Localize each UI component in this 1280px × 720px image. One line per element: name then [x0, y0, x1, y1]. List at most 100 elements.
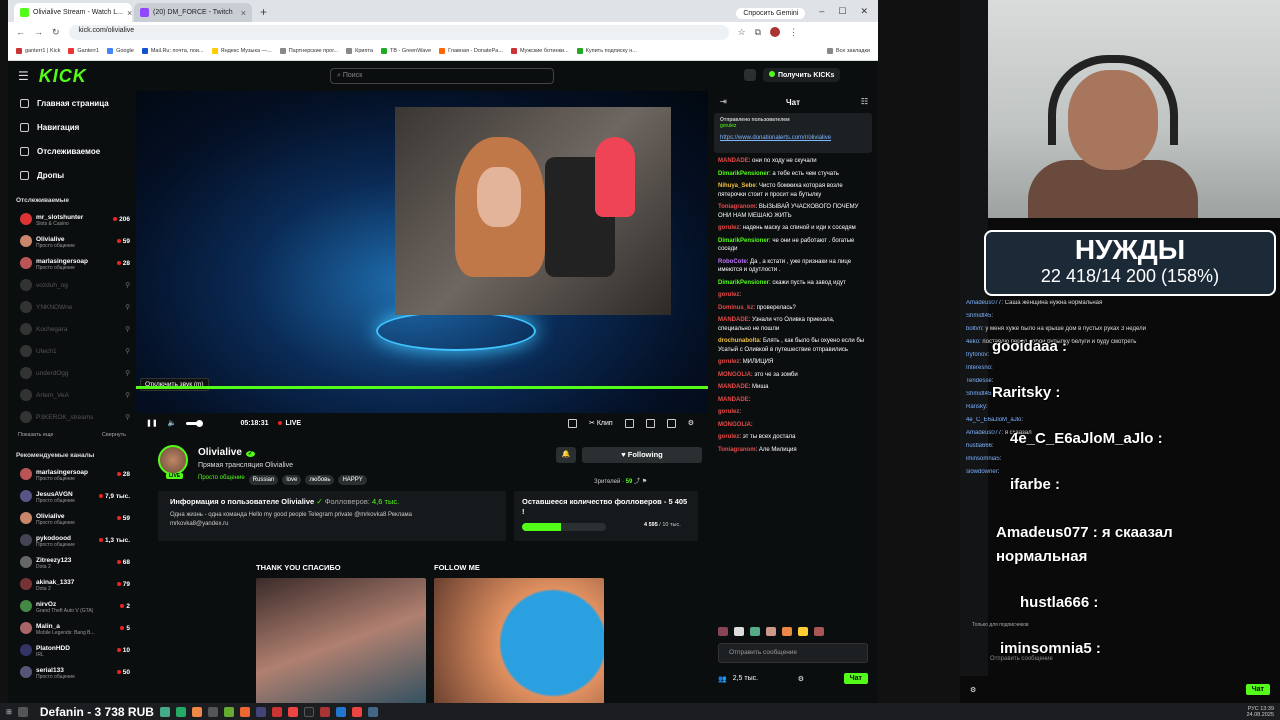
- chat-username[interactable]: gorulez: [718, 434, 739, 440]
- following-button[interactable]: ♥ Following: [582, 447, 702, 463]
- hamburger-icon[interactable]: ☰: [18, 69, 29, 83]
- collapse-chat-icon[interactable]: ⇥: [720, 97, 727, 106]
- gear-icon[interactable]: ⚙: [688, 419, 694, 427]
- start-icon[interactable]: ⊞: [6, 708, 12, 716]
- chat-username[interactable]: MANDADE: [718, 158, 749, 164]
- telegram-panel-image[interactable]: [434, 578, 604, 703]
- app-icon[interactable]: [319, 706, 330, 717]
- fullscreen-icon[interactable]: [666, 418, 676, 428]
- flag-icon[interactable]: ⚑: [642, 479, 647, 485]
- video-player[interactable]: Отключить звук (m): [136, 91, 708, 413]
- theater-icon[interactable]: [568, 418, 578, 428]
- extension-icon[interactable]: ⧉: [755, 27, 761, 38]
- sidebar-channel[interactable]: PlatonHDD IRL 10: [8, 639, 136, 661]
- tab-twitch[interactable]: (20) DM_FORCE - Twitch ×: [134, 3, 252, 22]
- forward-icon[interactable]: →: [34, 27, 43, 37]
- chat-username[interactable]: gorulez: [718, 359, 739, 365]
- sidebar-channel[interactable]: nirvOz Grand Theft Auto V (GTA) 2: [8, 595, 136, 617]
- bookmark-item[interactable]: Мужские ботинки...: [510, 48, 569, 54]
- tag[interactable]: HAPPY: [338, 475, 367, 485]
- chrome-icon[interactable]: [351, 706, 362, 717]
- sidebar-channel[interactable]: Zitreezy123 Dota 2 68: [8, 551, 136, 573]
- category-link[interactable]: Просто общение: [198, 475, 245, 485]
- close-icon[interactable]: ×: [127, 8, 132, 18]
- new-tab-button[interactable]: +: [254, 5, 273, 22]
- chat-username[interactable]: DimarikPensioner: [718, 280, 769, 286]
- back-icon[interactable]: ←: [16, 27, 25, 37]
- sidebar-channel[interactable]: Kochegara ⚲: [8, 318, 136, 340]
- app-icon[interactable]: [191, 706, 202, 717]
- sidebar-channel[interactable]: marlasingersoap Просто общение 28: [8, 463, 136, 485]
- menu-dots-icon[interactable]: ⋮: [789, 27, 798, 38]
- sidebar-item-browse[interactable]: Навигация: [8, 115, 136, 139]
- emote-icon[interactable]: [766, 627, 776, 636]
- chat-input[interactable]: Отправить сообщение: [718, 643, 868, 663]
- reload-icon[interactable]: ↻: [52, 27, 60, 38]
- app-icon[interactable]: [239, 706, 250, 717]
- emote-icon[interactable]: [814, 627, 824, 636]
- chat-username[interactable]: DimarikPensioner: [718, 238, 769, 244]
- sidebar-channel[interactable]: YNKNOWne ⚲: [8, 296, 136, 318]
- collapse-link[interactable]: Свернуть: [102, 432, 126, 438]
- app-icon[interactable]: [159, 706, 170, 717]
- emote-icon[interactable]: [750, 627, 760, 636]
- chat-username[interactable]: Toniagranom: [718, 447, 756, 453]
- gemini-button[interactable]: Спросить Gemini: [736, 8, 806, 19]
- sidebar-channel[interactable]: serial133 Просто общение 50: [8, 661, 136, 683]
- sidebar-channel[interactable]: underdOgg ⚲: [8, 362, 136, 384]
- app-icon[interactable]: [303, 706, 314, 717]
- chat-username[interactable]: MANDADE: [718, 384, 749, 390]
- emote-icon[interactable]: [782, 627, 792, 636]
- sidebar-channel[interactable]: Artem_VeA ⚲: [8, 384, 136, 406]
- send-chat-button[interactable]: Чат: [843, 673, 868, 684]
- get-kicks-button[interactable]: Получить KICKs: [763, 68, 841, 82]
- bell-icon[interactable]: 🔔: [556, 447, 576, 463]
- overlay-chat-input[interactable]: Отправить сообщение: [990, 656, 1053, 662]
- maximize-icon[interactable]: ☐: [838, 6, 846, 17]
- pip-icon[interactable]: [645, 418, 655, 428]
- share-icon[interactable]: ⤴: [634, 479, 640, 485]
- pinned-link[interactable]: https://www.donationalerts.com/r/olivial…: [720, 135, 866, 141]
- live-progress-bar[interactable]: [136, 386, 708, 389]
- bookmark-item[interactable]: Mail.Ru: почта, пои...: [141, 48, 204, 54]
- chat-username[interactable]: gorulez: [718, 409, 739, 415]
- sidebar-channel[interactable]: vozduh_og ⚲: [8, 274, 136, 296]
- sidebar-channel[interactable]: Malin_a Mobile Legends: Bang B... 5: [8, 617, 136, 639]
- chat-username[interactable]: DimarikPensioner: [718, 171, 769, 177]
- chat-username[interactable]: Toniagranom: [718, 204, 756, 210]
- chat-users-icon[interactable]: ☷: [861, 97, 868, 106]
- overlay-send-button[interactable]: Чат: [1245, 684, 1270, 695]
- panel-image[interactable]: [256, 578, 426, 703]
- app-icon[interactable]: [367, 706, 378, 717]
- sidebar-channel[interactable]: Utech1 ⚲: [8, 340, 136, 362]
- sidebar-channel[interactable]: marlasingersoap Просто общение 28: [8, 252, 136, 274]
- app-icon[interactable]: [207, 706, 218, 717]
- app-icon[interactable]: [223, 706, 234, 717]
- search-icon[interactable]: [17, 706, 28, 717]
- volume-icon[interactable]: 🔈: [168, 419, 177, 427]
- menu-icon[interactable]: [744, 69, 756, 81]
- show-more-link[interactable]: Показать еще: [18, 432, 54, 438]
- chat-username[interactable]: RoboCote: [718, 259, 747, 265]
- app-icon[interactable]: [255, 706, 266, 717]
- chat-username[interactable]: MANDADE: [718, 317, 749, 323]
- bookmark-item[interactable]: Купить подписку н...: [576, 48, 637, 54]
- volume-slider[interactable]: [186, 419, 204, 427]
- sidebar-channel[interactable]: JesusAVGN Просто общение 7,9 тыс.: [8, 485, 136, 507]
- star-icon[interactable]: ☆: [738, 27, 746, 38]
- sidebar-channel[interactable]: akinak_1337 Dota 2 79: [8, 573, 136, 595]
- sidebar-channel[interactable]: mr_slotshunter Slots & Casino 206: [8, 208, 136, 230]
- sidebar-channel[interactable]: pykodoood Просто общение 1,3 тыс.: [8, 529, 136, 551]
- gear-icon[interactable]: ⚙: [798, 675, 804, 683]
- minimize-icon[interactable]: –: [819, 6, 824, 17]
- chat-username[interactable]: MANDADE: [718, 397, 749, 403]
- bookmark-item[interactable]: Крипта: [346, 48, 373, 54]
- app-icon[interactable]: [271, 706, 282, 717]
- bookmark-item[interactable]: Партнерские прог...: [279, 48, 338, 54]
- search-input[interactable]: ⌕ Поиск: [330, 68, 554, 84]
- bookmark-item[interactable]: Яндекс Музыка —...: [211, 48, 272, 54]
- sidebar-item-home[interactable]: Главная страница: [8, 91, 136, 115]
- tag[interactable]: love: [282, 475, 302, 485]
- chat-username[interactable]: gorulez: [718, 225, 739, 231]
- tag[interactable]: Russian: [248, 475, 279, 485]
